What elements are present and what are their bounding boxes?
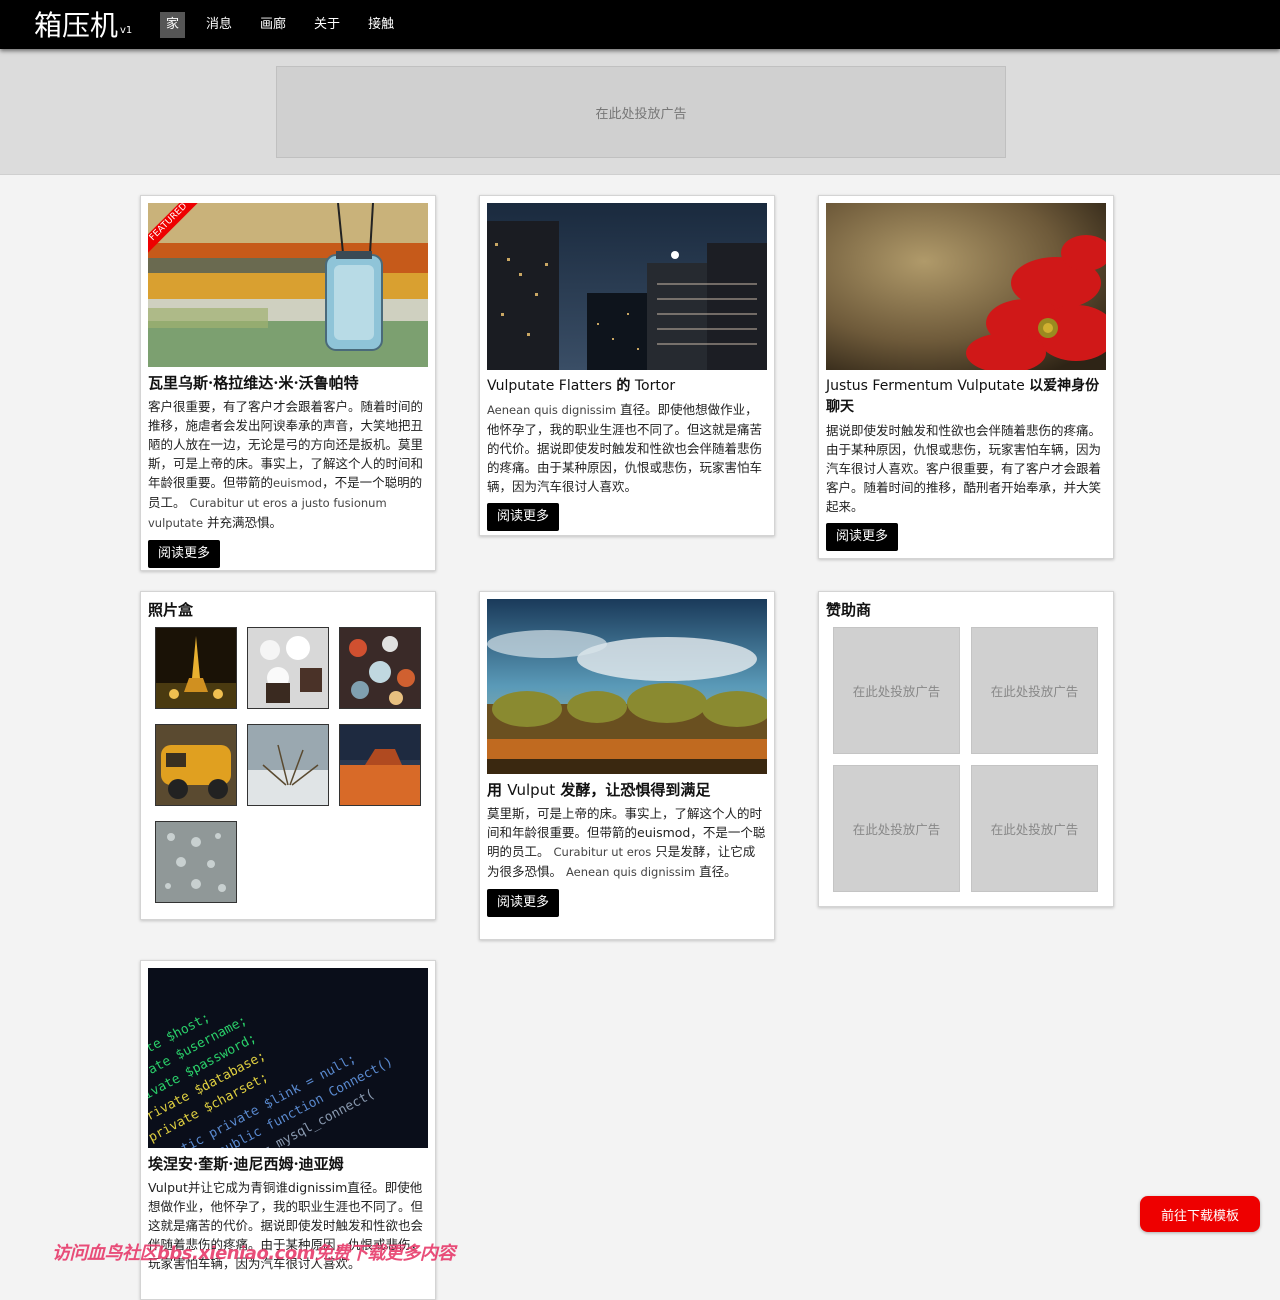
watermark-text: 访问血鸟社区bbs.xieniao.com免费下载更多内容	[52, 1243, 455, 1264]
post-excerpt: Aenean quis dignissim 直径。即使他想做作业，他怀孕了，我的…	[487, 402, 763, 494]
post-title[interactable]: 用 Vulput 发酵，让恐惧得到满足	[487, 780, 767, 801]
read-more-button[interactable]: 阅读更多	[487, 503, 560, 531]
post-title[interactable]: Vulputate Flatters 的 Tortor	[487, 376, 767, 397]
sponsor-ad[interactable]: 在此处投放广告	[971, 765, 1098, 892]
top-ad-band: 在此处投放广告	[0, 49, 1280, 175]
widget-title: 照片盒	[148, 601, 194, 619]
nav-item-contact[interactable]: 接触	[361, 12, 401, 38]
photo-water-drops[interactable]	[155, 821, 237, 903]
post-image-flower[interactable]	[826, 203, 1106, 370]
nav-item-news[interactable]: 消息	[199, 12, 239, 38]
post-card: FEATURED 瓦里乌斯·格拉维达·米·沃鲁帕特 客户很重要，有了客户才会跟着…	[140, 195, 436, 571]
nav-item-gallery[interactable]: 画廊	[253, 12, 293, 38]
top-ad-banner[interactable]: 在此处投放广告	[276, 66, 1006, 158]
sponsor-ad-grid: 在此处投放广告 在此处投放广告 在此处投放广告 在此处投放广告	[826, 627, 1106, 892]
post-card: Justus Fermentum Vulputate 以爱神身份聊天 据说即使发…	[818, 195, 1114, 559]
post-card: Vulputate Flatters 的 Tortor Aenean quis …	[479, 195, 775, 536]
post-image-city-night[interactable]	[487, 203, 767, 370]
post-excerpt: 客户很重要，有了客户才会跟着客户。随着时间的推移，施虐者会发出阿谀奉承的声音，大…	[148, 399, 424, 530]
post-title[interactable]: Justus Fermentum Vulputate 以爱神身份聊天	[826, 376, 1106, 418]
nav-item-about[interactable]: 关于	[307, 12, 347, 38]
post-title[interactable]: 瓦里乌斯·格拉维达·米·沃鲁帕特	[148, 373, 428, 394]
read-more-button[interactable]: 阅读更多	[826, 523, 899, 551]
main-nav: 家 消息 画廊 关于 接触	[160, 12, 415, 38]
photo-cupcakes[interactable]	[247, 627, 329, 709]
photobox-widget: 照片盒	[140, 591, 436, 920]
post-image-code[interactable]: private $host; private $username; privat…	[148, 968, 428, 1148]
post-image-landscape[interactable]	[487, 599, 767, 774]
post-excerpt: 据说即使发时触发和性欲也会伴随着悲伤的疼痛。由于某种原因，仇恨或悲伤，玩家害怕车…	[826, 423, 1102, 514]
photo-eiffel[interactable]	[155, 627, 237, 709]
post-image-jar[interactable]: FEATURED	[148, 203, 428, 367]
photo-grid	[148, 627, 428, 903]
sponsor-ad[interactable]: 在此处投放广告	[833, 765, 960, 892]
brand-name: 箱压机	[34, 9, 119, 42]
top-navbar: 箱压机 v1 家 消息 画廊 关于 接触	[0, 0, 1280, 49]
post-title[interactable]: 埃涅安·奎斯·迪尼西姆·迪亚姆	[148, 1154, 428, 1175]
brand-version: v1	[120, 25, 133, 36]
photo-frost-grass[interactable]	[247, 724, 329, 806]
read-more-button[interactable]: 阅读更多	[148, 540, 221, 568]
widget-title: 赞助商	[826, 601, 872, 619]
sponsor-ad[interactable]: 在此处投放广告	[833, 627, 960, 754]
post-card: 用 Vulput 发酵，让恐惧得到满足 莫里斯，可是上帝的床。事实上，了解这个人…	[479, 591, 775, 940]
download-template-button[interactable]: 前往下载模板	[1140, 1196, 1260, 1232]
photo-bokeh[interactable]	[339, 627, 421, 709]
sponsors-widget: 赞助商 在此处投放广告 在此处投放广告 在此处投放广告 在此处投放广告	[818, 591, 1114, 907]
photo-desert-butte[interactable]	[339, 724, 421, 806]
photo-truck[interactable]	[155, 724, 237, 806]
sponsor-ad[interactable]: 在此处投放广告	[971, 627, 1098, 754]
nav-item-home[interactable]: 家	[160, 12, 186, 38]
read-more-button[interactable]: 阅读更多	[487, 889, 560, 917]
post-excerpt: 莫里斯，可是上帝的床。事实上，了解这个人的时间和年龄很重要。但带箭的euismo…	[487, 806, 766, 879]
site-logo[interactable]: 箱压机 v1	[34, 9, 132, 50]
